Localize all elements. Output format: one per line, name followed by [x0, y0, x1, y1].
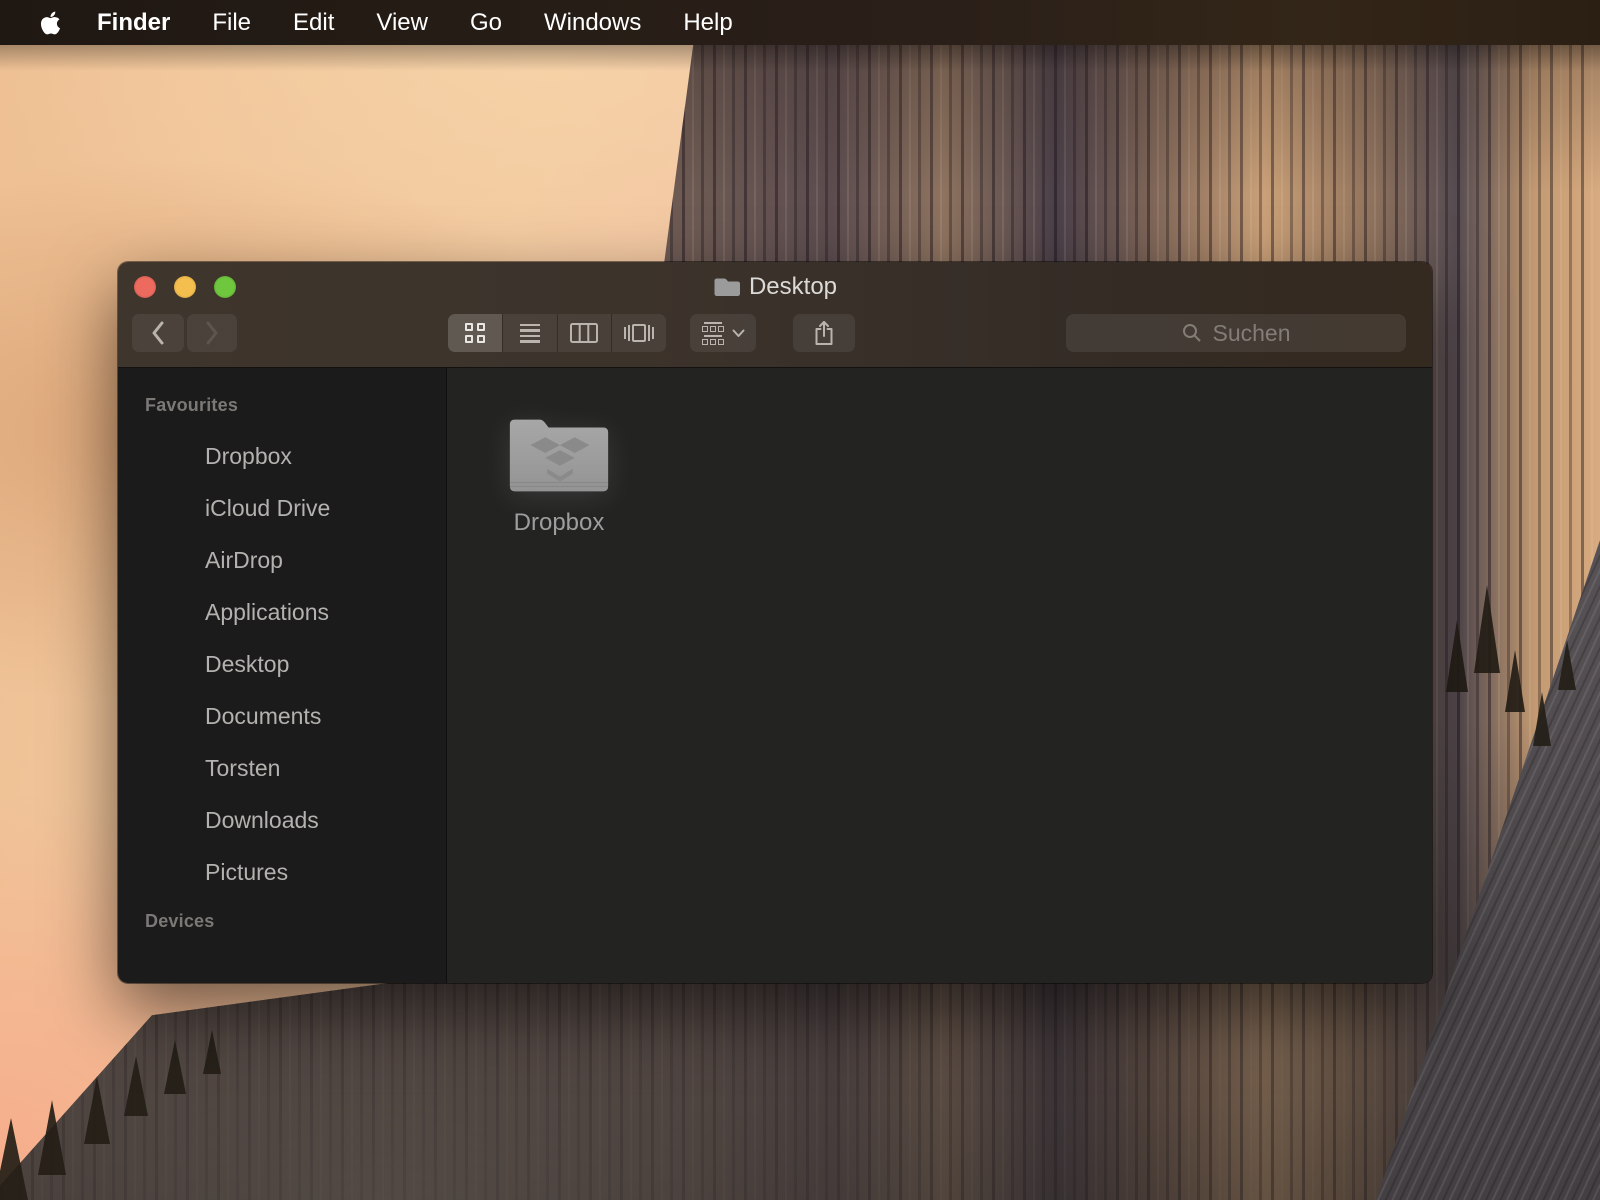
grid-view-icon — [465, 323, 485, 343]
zoom-button[interactable] — [214, 276, 236, 298]
forward-button[interactable] — [187, 314, 237, 352]
column-view-button[interactable] — [557, 314, 612, 352]
view-mode-control — [448, 314, 666, 352]
chevron-down-icon — [732, 329, 745, 338]
icon-view-button[interactable] — [448, 314, 502, 352]
file-item-dropbox[interactable]: Dropbox — [484, 407, 634, 537]
toolbar: Suchen — [118, 311, 1432, 367]
cover-flow-icon — [623, 322, 655, 344]
search-icon — [1181, 322, 1203, 344]
sidebar-favourites-list: Dropbox iCloud Drive AirDrop Application… — [118, 430, 446, 898]
minimize-button[interactable] — [174, 276, 196, 298]
sidebar: Favourites Dropbox iCloud Drive AirDrop … — [118, 368, 447, 983]
list-view-icon — [520, 324, 540, 343]
sidebar-item-dropbox[interactable]: Dropbox — [118, 430, 446, 482]
sidebar-item-desktop[interactable]: Desktop — [118, 638, 446, 690]
desktop: { "wallpaper": { "description": "Yosemit… — [0, 0, 1600, 1200]
menu-item-help[interactable]: Help — [662, 0, 753, 45]
menu-item-go[interactable]: Go — [449, 0, 523, 45]
sidebar-item-torsten[interactable]: Torsten — [118, 742, 446, 794]
title-bar: Desktop — [118, 262, 1432, 311]
list-view-button[interactable] — [502, 314, 557, 352]
file-view: Dropbox — [447, 368, 1432, 983]
menu-item-edit[interactable]: Edit — [272, 0, 355, 45]
search-input[interactable]: Suchen — [1066, 314, 1406, 352]
share-icon — [812, 319, 836, 347]
arrange-button[interactable] — [690, 314, 756, 352]
menu-item-file[interactable]: File — [191, 0, 272, 45]
apple-logo-icon — [40, 10, 61, 36]
menu-item-view[interactable]: View — [355, 0, 449, 45]
sidebar-item-pictures[interactable]: Pictures — [118, 846, 446, 898]
column-view-icon — [570, 323, 598, 343]
menu-bar: Finder File Edit View Go Windows Help — [0, 0, 1600, 45]
file-item-label: Dropbox — [514, 509, 605, 537]
window-header: Desktop — [118, 262, 1432, 368]
sidebar-item-applications[interactable]: Applications — [118, 586, 446, 638]
sidebar-item-icloud-drive[interactable]: iCloud Drive — [118, 482, 446, 534]
share-button[interactable] — [793, 314, 855, 352]
chevron-right-icon — [205, 321, 219, 345]
sidebar-item-downloads[interactable]: Downloads — [118, 794, 446, 846]
menu-item-finder[interactable]: Finder — [81, 0, 191, 45]
close-button[interactable] — [134, 276, 156, 298]
apple-menu[interactable] — [0, 0, 81, 45]
menu-item-windows[interactable]: Windows — [523, 0, 662, 45]
chevron-left-icon — [151, 321, 165, 345]
traffic-lights — [134, 276, 236, 298]
window-title: Desktop — [713, 273, 837, 301]
folder-icon — [713, 276, 740, 297]
search-placeholder: Suchen — [1212, 320, 1290, 347]
cover-flow-button[interactable] — [611, 314, 666, 352]
window-title-text: Desktop — [749, 273, 837, 301]
arrange-groups-icon — [702, 322, 724, 345]
finder-window: Desktop — [118, 262, 1432, 983]
window-body: Favourites Dropbox iCloud Drive AirDrop … — [118, 368, 1432, 983]
back-button[interactable] — [132, 314, 184, 352]
dropbox-folder-icon — [502, 407, 616, 501]
menubar-shadow — [0, 45, 1600, 71]
sidebar-section-favourites: Favourites — [118, 390, 446, 420]
sidebar-item-documents[interactable]: Documents — [118, 690, 446, 742]
sidebar-section-devices: Devices — [118, 906, 446, 936]
sidebar-item-airdrop[interactable]: AirDrop — [118, 534, 446, 586]
